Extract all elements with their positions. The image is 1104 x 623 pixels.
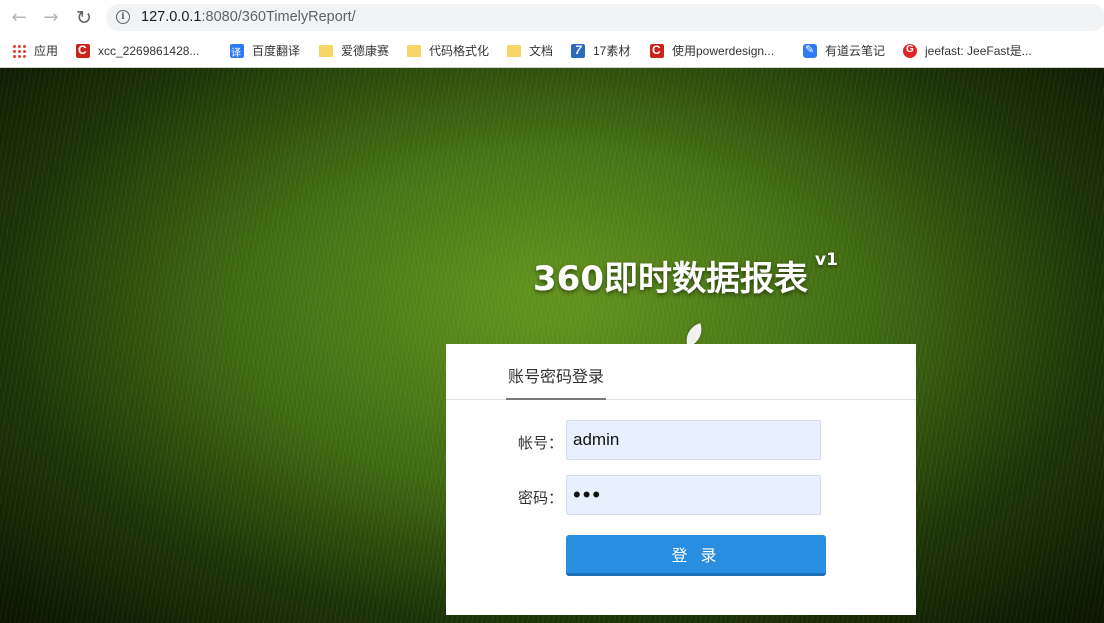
- tab-account-password[interactable]: 账号密码登录: [506, 366, 607, 400]
- apps-grid-icon: [12, 43, 26, 58]
- bookmark-folder-code-format[interactable]: 代码格式化: [407, 42, 489, 59]
- bookmark-folder-docs[interactable]: 文档: [507, 42, 553, 59]
- bookmarks-bar: 应用 xcc_2269861428... 百度翻译 爱德康赛 代码格式化 文档 …: [0, 34, 1104, 68]
- folder-icon: [319, 44, 333, 57]
- bookmark-jeefast[interactable]: jeefast: JeeFast是...: [903, 42, 1032, 59]
- username-input[interactable]: [566, 420, 821, 460]
- username-row: 帐号：: [446, 420, 916, 462]
- address-bar[interactable]: i 127.0.0.1:8080/360TimelyReport/: [106, 4, 1104, 31]
- csdn-icon: [650, 43, 664, 58]
- csdn-icon: [76, 43, 90, 58]
- folder-icon: [507, 44, 521, 57]
- bookmark-baidu-fanyi[interactable]: 百度翻译: [230, 42, 300, 59]
- login-button[interactable]: 登 录: [566, 535, 826, 576]
- page-background: 360即时数据报表 v1 账号密码登录 帐号： 密码： 登 录: [0, 68, 1104, 623]
- password-input[interactable]: [566, 475, 821, 515]
- bookmark-folder-aidekangsai[interactable]: 爱德康赛: [319, 42, 389, 59]
- page-title: 360即时数据报表: [533, 259, 808, 299]
- password-row: 密码：: [446, 475, 916, 517]
- bookmark-csdn[interactable]: xcc_2269861428...: [76, 42, 199, 59]
- username-label: 帐号：: [518, 434, 564, 452]
- password-label: 密码：: [518, 489, 564, 507]
- info-icon[interactable]: i: [116, 10, 130, 24]
- version-badge: v1: [815, 250, 838, 270]
- folder-icon: [407, 44, 421, 57]
- bookmark-apps[interactable]: 应用: [12, 42, 58, 59]
- jeefast-icon: [903, 43, 917, 58]
- baidu-fanyi-icon: [230, 43, 244, 59]
- 17sucai-icon: [571, 43, 585, 58]
- youdao-icon: [803, 43, 817, 58]
- back-arrow-icon[interactable]: ←: [8, 7, 30, 29]
- browser-toolbar: ← → ↻ i 127.0.0.1:8080/360TimelyReport/: [0, 0, 1104, 34]
- login-tab-bar: 账号密码登录: [446, 344, 916, 400]
- bookmark-powerdesign[interactable]: 使用powerdesign...: [650, 42, 774, 59]
- bookmark-youdao[interactable]: 有道云笔记: [803, 42, 885, 59]
- bookmark-17sucai[interactable]: 17素材: [571, 42, 630, 59]
- url-text[interactable]: 127.0.0.1:8080/360TimelyReport/: [141, 9, 356, 25]
- login-panel: 账号密码登录 帐号： 密码： 登 录: [446, 344, 916, 615]
- forward-arrow-icon[interactable]: →: [40, 7, 62, 29]
- reload-icon[interactable]: ↻: [73, 7, 95, 29]
